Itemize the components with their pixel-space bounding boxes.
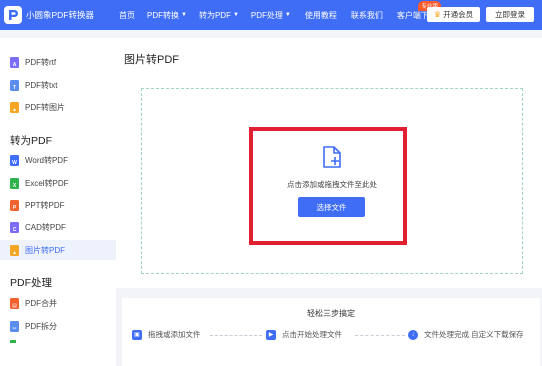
sidebar-item-label: PDF转图片 xyxy=(25,102,65,112)
nav-home-label: 首页 xyxy=(119,10,136,20)
excel-file-icon: X xyxy=(10,177,19,189)
step-label: 点击开始处理文件 xyxy=(282,330,342,339)
sidebar-item-label: Word转PDF xyxy=(25,155,68,165)
steps-title: 轻松三步搞定 xyxy=(307,309,355,318)
chevron-down-icon: ▼ xyxy=(232,12,239,18)
nav-tutorial[interactable]: 使用教程 xyxy=(305,10,337,21)
sidebar: A PDF转rtf T PDF转txt ▲ PDF转图片 转为PDF W Wor… xyxy=(0,38,116,366)
chevron-down-icon: ▼ xyxy=(181,12,187,18)
word-file-icon: W xyxy=(10,154,19,166)
ppt-file-icon: P xyxy=(10,199,19,211)
step-3: ↓ 文件处理完成 自定义下载保存 xyxy=(408,329,524,340)
nav-to-pdf-label: 转为PDF xyxy=(198,10,231,20)
sidebar-item-word-to-pdf[interactable]: W Word转PDF xyxy=(10,150,68,170)
sidebar-item-label: Excel转PDF xyxy=(25,178,69,188)
login-button-label: 立即登录 xyxy=(495,10,525,19)
sidebar-section-pdf-process: PDF处理 xyxy=(10,277,52,289)
process-icon: ▶ xyxy=(266,329,276,340)
select-file-button[interactable]: 选择文件 xyxy=(298,197,365,217)
step-divider xyxy=(355,335,405,336)
sidebar-item-pdf-split[interactable]: ✂ PDF拆分 xyxy=(10,316,57,336)
vip-button-label: 开通会员 xyxy=(443,10,474,19)
top-header: 小圆象PDF转换器 首页 PDF转换 ▼ 转为PDF ▼ PDF处理 ▼ 使用教程 联… xyxy=(0,0,542,30)
nav-tutorial-label: 使用教程 xyxy=(304,10,337,20)
crown-icon: ♛ xyxy=(433,10,442,19)
app-name: 小圆象PDF转换器 xyxy=(26,10,95,20)
upload-hint: 点击添加或拖拽文件至此处 xyxy=(287,180,377,189)
sidebar-item-label: PDF转rtf xyxy=(25,57,57,67)
sidebar-item-pdf-to-image[interactable]: ▲ PDF转图片 xyxy=(10,97,65,117)
sidebar-item-pdf-to-txt[interactable]: T PDF转txt xyxy=(10,75,57,95)
step-divider xyxy=(210,335,262,336)
step-label: 拖拽或添加文件 xyxy=(148,330,201,339)
cad-file-icon: C xyxy=(10,221,19,233)
sidebar-item-label: PDF拆分 xyxy=(25,321,57,331)
step-label: 文件处理完成 自定义下载保存 xyxy=(424,330,524,339)
image-file-icon: ▲ xyxy=(10,101,19,113)
sidebar-item-label: PDF合并 xyxy=(25,298,57,308)
chevron-down-icon: ▼ xyxy=(284,12,291,18)
rtf-file-icon: A xyxy=(10,56,19,68)
nav-pdf-process-label: PDF处理 xyxy=(250,10,283,20)
nav-pdf-process[interactable]: PDF处理 ▼ xyxy=(251,10,291,21)
nav-contact-label: 联系我们 xyxy=(350,10,383,20)
nav-pdf-convert[interactable]: PDF转换 ▼ xyxy=(147,10,187,21)
sidebar-item-label: PPT转PDF xyxy=(25,200,65,210)
sidebar-section-to-pdf: 转为PDF xyxy=(10,135,52,147)
sidebar-item-label: 图片转PDF xyxy=(25,245,65,255)
nav-contact[interactable]: 联系我们 xyxy=(351,10,383,21)
txt-file-icon: T xyxy=(10,79,19,91)
sidebar-item-pdf-merge[interactable]: ▤ PDF合并 xyxy=(10,293,57,313)
add-file-icon[interactable] xyxy=(321,145,343,171)
sidebar-item-pdf-to-rtf[interactable]: A PDF转rtf xyxy=(10,52,56,72)
sidebar-item-image-to-pdf[interactable]: ▲ 图片转PDF xyxy=(0,240,116,260)
vip-button[interactable]: ♛ 开通会员 xyxy=(427,7,480,22)
sidebar-item-label: CAD转PDF xyxy=(25,222,66,232)
download-icon: ↓ xyxy=(408,329,418,340)
logo-icon xyxy=(4,6,22,24)
nav-home[interactable]: 首页 xyxy=(119,10,135,21)
sidebar-item-cad-to-pdf[interactable]: C CAD转PDF xyxy=(10,217,66,237)
sidebar-item-excel-to-pdf[interactable]: X Excel转PDF xyxy=(10,173,69,193)
top-nav: 首页 PDF转换 ▼ 转为PDF ▼ PDF处理 ▼ 使用教程 联系我们 客户端下载 … xyxy=(104,0,441,21)
step-1: ▣ 拖拽或添加文件 xyxy=(132,329,201,340)
image-file-icon: ▲ xyxy=(10,244,19,256)
partial-file-icon xyxy=(10,340,16,343)
step-2: ▶ 点击开始处理文件 xyxy=(266,329,342,340)
app-logo[interactable]: 小圆象PDF转换器 xyxy=(4,6,94,24)
split-file-icon: ✂ xyxy=(10,320,19,332)
page-title: 图片转PDF xyxy=(124,54,179,66)
merge-file-icon: ▤ xyxy=(10,297,19,309)
nav-pdf-convert-label: PDF转换 xyxy=(147,10,180,20)
sidebar-item-ppt-to-pdf[interactable]: P PPT转PDF xyxy=(10,195,65,215)
sidebar-item-label: PDF转txt xyxy=(25,80,58,90)
steps-panel: 轻松三步搞定 ▣ 拖拽或添加文件 ▶ 点击开始处理文件 ↓ 文件处理完成 自定义… xyxy=(122,298,540,366)
add-file-icon: ▣ xyxy=(132,329,142,340)
login-button[interactable]: 立即登录 xyxy=(486,7,534,22)
select-file-button-label: 选择文件 xyxy=(316,202,347,212)
nav-to-pdf[interactable]: 转为PDF ▼ xyxy=(199,10,239,21)
